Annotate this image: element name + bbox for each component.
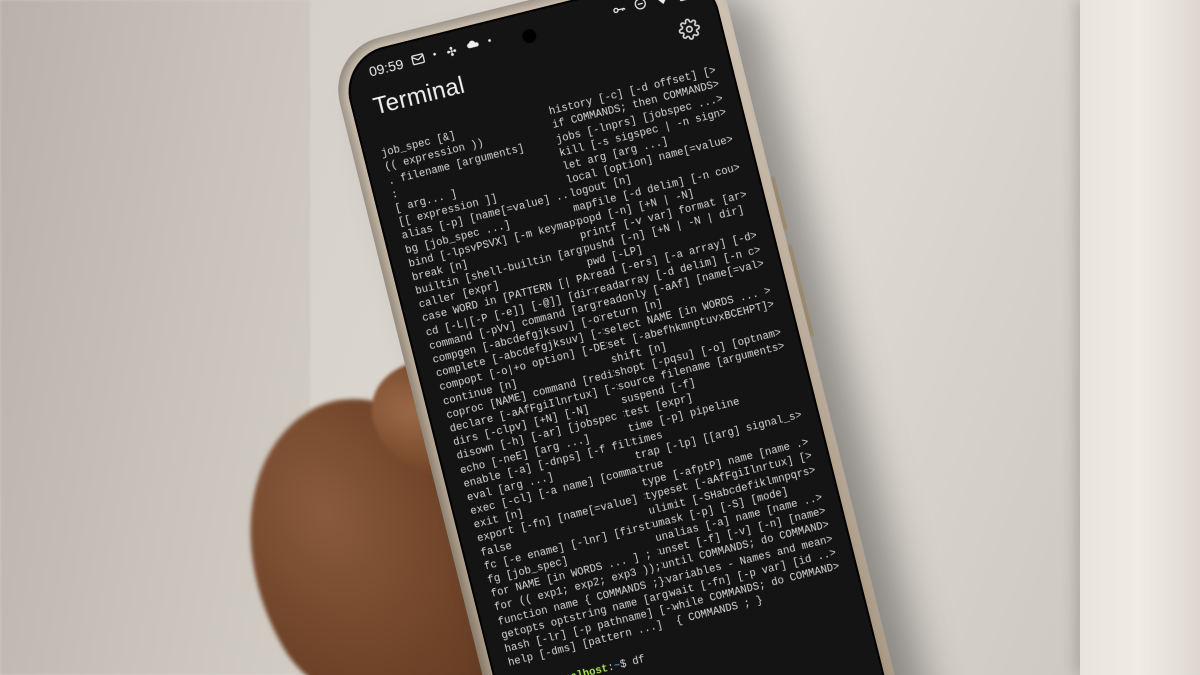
notification-dot-icon: • xyxy=(432,49,438,61)
power-button xyxy=(771,176,788,230)
door-frame xyxy=(1080,0,1200,675)
battery-icon xyxy=(675,0,690,3)
wifi-icon xyxy=(652,0,671,8)
mail-icon xyxy=(409,50,427,68)
photo-scene: 09:59 • • Terminal xyxy=(0,0,1200,675)
do-not-disturb-icon xyxy=(631,0,649,13)
notification-dot-icon-2: • xyxy=(487,36,493,48)
vpn-key-icon xyxy=(609,0,628,19)
gear-icon[interactable] xyxy=(676,16,703,43)
cloud-icon xyxy=(464,36,482,54)
fan-icon xyxy=(443,43,460,60)
